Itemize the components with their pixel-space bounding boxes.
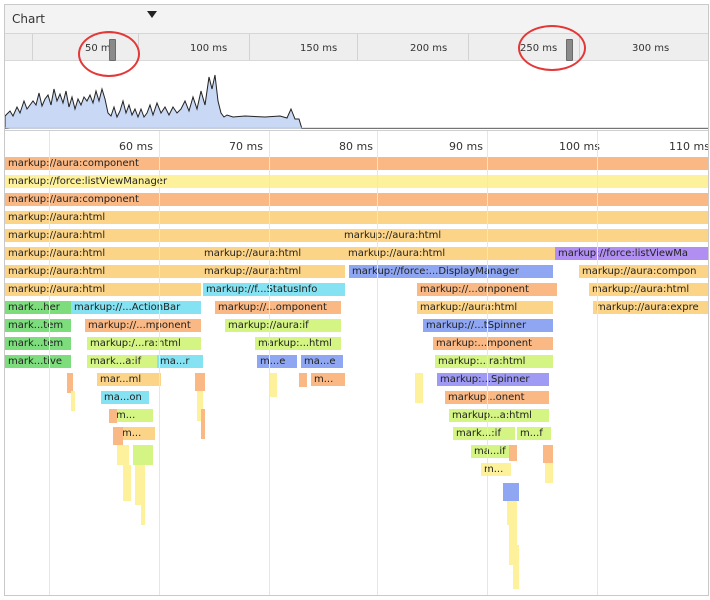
- flame-grid-line: [487, 131, 488, 595]
- flame-bar[interactable]: m...e: [257, 355, 297, 368]
- flame-bar[interactable]: markup://...tSpinner: [423, 319, 553, 332]
- flame-bar[interactable]: m...: [481, 463, 511, 476]
- flame-bar[interactable]: ma...on: [101, 391, 149, 404]
- flame-bar-stub[interactable]: [113, 427, 123, 445]
- flame-bar[interactable]: markup://aura:html: [5, 229, 341, 242]
- overview-tick-label: 300 ms: [632, 43, 670, 54]
- flame-bar-stub[interactable]: [269, 373, 277, 397]
- flame-bar[interactable]: markup://f...StatusInfo: [203, 283, 345, 296]
- flame-bar[interactable]: m...: [119, 427, 155, 440]
- flame-bar[interactable]: markup://aura:html: [5, 211, 708, 224]
- flame-bar[interactable]: markup://aura:component: [5, 157, 708, 170]
- flame-bar-stub[interactable]: [133, 445, 153, 465]
- flame-bar[interactable]: markup://aura:html: [5, 265, 201, 278]
- flame-grid-line: [597, 131, 598, 595]
- flame-bar-stub[interactable]: [503, 483, 519, 501]
- flame-bar[interactable]: mark...tem: [5, 337, 71, 350]
- flame-bar-stub[interactable]: [71, 391, 75, 411]
- flame-bar-stub[interactable]: [195, 373, 205, 391]
- caret-down-icon[interactable]: [147, 11, 157, 18]
- flame-bar[interactable]: markup:...html: [255, 337, 341, 350]
- view-select-label[interactable]: Chart: [12, 12, 45, 26]
- flame-bar[interactable]: mark...tem: [5, 319, 71, 332]
- flame-bar[interactable]: markup://aura:html: [201, 265, 345, 278]
- flame-ruler-tick-label: 110 ms: [669, 140, 709, 153]
- flame-bar[interactable]: m...: [113, 409, 153, 422]
- flame-bar[interactable]: markup://...omponent: [215, 301, 341, 314]
- overview-tick-line: [249, 34, 250, 60]
- overview-tick-line: [357, 34, 358, 60]
- flame-chart-ruler: 60 ms 70 ms 80 ms 90 ms 100 ms 110 ms: [5, 131, 708, 157]
- overview-tick-label: 100 ms: [190, 43, 228, 54]
- flame-bar[interactable]: markup://aura:html: [589, 283, 708, 296]
- flame-bar[interactable]: markup://...ActionBar: [71, 301, 201, 314]
- flame-bar[interactable]: markup://aura:expre: [593, 301, 708, 314]
- view-toolbar: Chart: [5, 5, 708, 34]
- flame-bar-stub[interactable]: [141, 485, 145, 525]
- flame-bar[interactable]: mark...tive: [5, 355, 71, 368]
- flame-bar[interactable]: mark...her: [5, 301, 71, 314]
- flame-grid-line: [159, 131, 160, 595]
- flame-bar-stub[interactable]: [67, 373, 73, 393]
- overview-tick-line: [468, 34, 469, 60]
- flame-bar-stub[interactable]: [117, 445, 129, 465]
- flame-bar-stub[interactable]: [109, 409, 117, 423]
- flame-bar[interactable]: markup://aura:html: [5, 247, 201, 260]
- flame-bar[interactable]: markup://aura:html: [341, 229, 708, 242]
- flame-ruler-tick-label: 100 ms: [559, 140, 600, 153]
- flame-bar[interactable]: markup://aura:compon: [579, 265, 708, 278]
- right-handle-annotation: [518, 25, 586, 71]
- flame-bar[interactable]: mark...a:if: [87, 355, 157, 368]
- flame-bar[interactable]: markup://aura:component: [5, 193, 708, 206]
- flame-bar[interactable]: markup://...mponent: [85, 319, 201, 332]
- flame-bar[interactable]: mar...ml: [97, 373, 161, 386]
- flame-bar-stub[interactable]: [299, 373, 307, 387]
- flame-grid-line: [377, 131, 378, 595]
- performance-panel: Chart 50 m 100 ms 150 ms 200 ms 250 ms 300 ms…: [4, 4, 709, 596]
- flame-bar[interactable]: markup://aura:if: [225, 319, 341, 332]
- flame-ruler-tick-label: 70 ms: [229, 140, 263, 153]
- flame-bar-stub[interactable]: [513, 545, 519, 589]
- flame-bar[interactable]: markup...onent: [445, 391, 549, 404]
- overview-tick-line: [32, 34, 33, 60]
- flame-bar[interactable]: ma...e: [301, 355, 343, 368]
- flame-bar-stub[interactable]: [509, 445, 517, 461]
- flame-bar[interactable]: ma...r: [157, 355, 203, 368]
- overview-tick-label: 150 ms: [300, 43, 338, 54]
- flame-bar[interactable]: markup:...mponent: [433, 337, 553, 350]
- flame-bar[interactable]: markup://aura:html: [201, 247, 345, 260]
- flame-ruler-tick-label: 80 ms: [339, 140, 373, 153]
- flame-bar[interactable]: markup://aura:html: [417, 301, 553, 314]
- flame-ruler-tick-label: 90 ms: [449, 140, 483, 153]
- flame-bar[interactable]: markup...a:html: [449, 409, 549, 422]
- overview-tick-label: 200 ms: [410, 43, 448, 54]
- flame-bar-stub[interactable]: [123, 465, 131, 501]
- flame-bar-stub[interactable]: [415, 373, 423, 403]
- flame-bar[interactable]: markup:...ra:html: [435, 355, 553, 368]
- flame-bar[interactable]: markup://aura:html: [5, 283, 201, 296]
- flame-grid-line: [269, 131, 270, 595]
- flame-bar-stub[interactable]: [545, 463, 553, 483]
- flame-bar-stub[interactable]: [507, 501, 517, 525]
- flame-bar[interactable]: markup://force:listViewManager: [5, 175, 708, 188]
- flame-grid-line: [49, 131, 50, 595]
- flame-bar[interactable]: markup://force:...DisplayManager: [349, 265, 553, 278]
- flame-bar[interactable]: markup:/...ra:html: [87, 337, 201, 350]
- flame-bar-stub[interactable]: [543, 445, 553, 463]
- flame-ruler-tick-label: 60 ms: [119, 140, 153, 153]
- overview-activity-area: [5, 74, 303, 129]
- flame-bar[interactable]: markup:...Spinner: [437, 373, 549, 386]
- flame-bar[interactable]: m...f: [517, 427, 551, 440]
- flame-bar-stub[interactable]: [201, 409, 205, 439]
- flame-bar[interactable]: markup://force:listViewMa: [555, 247, 708, 260]
- left-handle-annotation: [78, 31, 140, 77]
- flame-bar[interactable]: m...: [311, 373, 345, 386]
- flame-bar[interactable]: ma...if: [471, 445, 511, 458]
- flame-bar[interactable]: mark...:if: [453, 427, 515, 440]
